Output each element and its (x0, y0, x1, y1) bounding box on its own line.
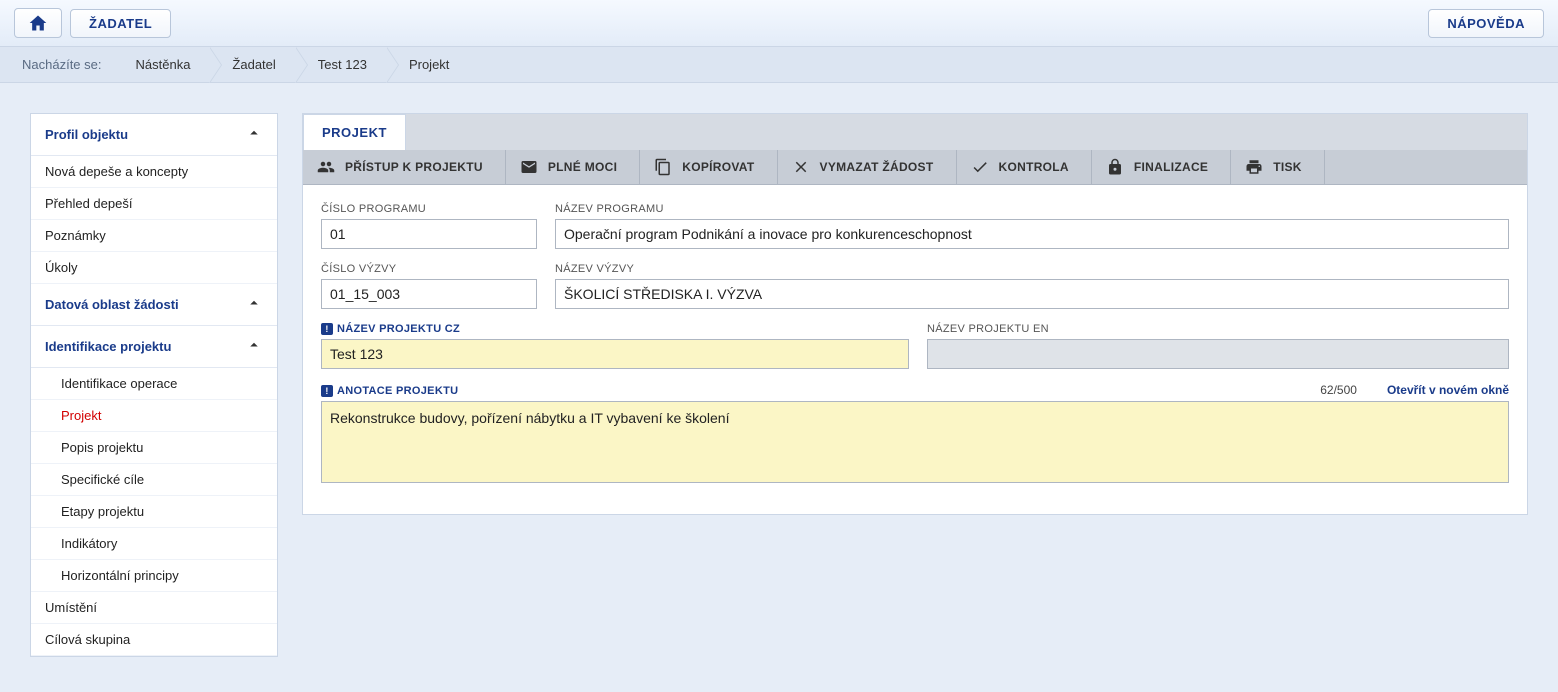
label-program-number: ČÍSLO PROGRAMU (321, 203, 537, 215)
chevron-up-icon (245, 294, 263, 315)
sidebar-item[interactable]: Nová depeše a koncepty (31, 156, 277, 188)
breadcrumb-item[interactable]: Test 123 (296, 47, 387, 83)
home-button[interactable] (14, 8, 62, 38)
sidebar-item-specificke-cile[interactable]: Specifické cíle (31, 464, 277, 496)
lock-icon (1106, 158, 1124, 176)
toolbar-label: TISK (1273, 160, 1302, 174)
required-icon: ! (321, 385, 333, 397)
toolbar-label: PLNÉ MOCI (548, 160, 617, 174)
input-program-number[interactable] (321, 219, 537, 249)
sidebar: Profil objektu Nová depeše a koncepty Př… (30, 113, 278, 657)
mail-icon (520, 158, 538, 176)
label-annotation: ! ANOTACE PROJEKTU (321, 385, 458, 397)
sidebar-item-popis[interactable]: Popis projektu (31, 432, 277, 464)
toolbar-label: KOPÍROVAT (682, 160, 754, 174)
breadcrumb-item[interactable]: Projekt (387, 47, 469, 83)
check-icon (971, 158, 989, 176)
content-panel: PROJEKT PŘÍSTUP K PROJEKTU PLNÉ MOCI KOP… (302, 113, 1528, 515)
chevron-up-icon (245, 124, 263, 145)
sidebar-section-profil[interactable]: Profil objektu (31, 114, 277, 156)
breadcrumb: Nacházíte se: Nástěnka Žadatel Test 123 … (0, 47, 1558, 83)
sidebar-section-title: Identifikace projektu (45, 339, 171, 354)
sidebar-item[interactable]: Přehled depeší (31, 188, 277, 220)
chevron-up-icon (245, 336, 263, 357)
input-call-number[interactable] (321, 279, 537, 309)
help-button[interactable]: NÁPOVĚDA (1428, 9, 1544, 38)
label-program-name: NÁZEV PROGRAMU (555, 203, 1509, 215)
sidebar-item-horizontalni[interactable]: Horizontální principy (31, 560, 277, 592)
home-icon (27, 13, 49, 33)
sidebar-item-indikatory[interactable]: Indikátory (31, 528, 277, 560)
input-call-name[interactable] (555, 279, 1509, 309)
toolbar-kopirovat[interactable]: KOPÍROVAT (640, 150, 777, 184)
open-new-window-link[interactable]: Otevřít v novém okně (1387, 383, 1509, 397)
annotation-counter: 62/500 (1320, 383, 1357, 397)
top-bar: ŽADATEL NÁPOVĚDA (0, 0, 1558, 47)
toolbar-plne-moci[interactable]: PLNÉ MOCI (506, 150, 640, 184)
toolbar-pristup[interactable]: PŘÍSTUP K PROJEKTU (303, 150, 506, 184)
input-project-name-cz[interactable] (321, 339, 909, 369)
sidebar-item-projekt[interactable]: Projekt (31, 400, 277, 432)
print-icon (1245, 158, 1263, 176)
textarea-annotation[interactable] (321, 401, 1509, 483)
sidebar-section-datova[interactable]: Datová oblast žádosti (31, 284, 277, 326)
applicant-button[interactable]: ŽADATEL (70, 9, 171, 38)
sidebar-item-umisteni[interactable]: Umístění (31, 592, 277, 624)
sidebar-section-identifikace[interactable]: Identifikace projektu (31, 326, 277, 368)
copy-icon (654, 158, 672, 176)
sidebar-item-etapy[interactable]: Etapy projektu (31, 496, 277, 528)
sidebar-item[interactable]: Úkoly (31, 252, 277, 284)
label-call-name: NÁZEV VÝZVY (555, 263, 1509, 275)
toolbar-tisk[interactable]: TISK (1231, 150, 1325, 184)
sidebar-item-identifikace-operace[interactable]: Identifikace operace (31, 368, 277, 400)
toolbar-label: VYMAZAT ŽÁDOST (820, 160, 934, 174)
toolbar-finalizace[interactable]: FINALIZACE (1092, 150, 1231, 184)
sidebar-item[interactable]: Poznámky (31, 220, 277, 252)
breadcrumb-label: Nacházíte se: (22, 57, 114, 72)
toolbar-kontrola[interactable]: KONTROLA (957, 150, 1092, 184)
input-project-name-en[interactable] (927, 339, 1509, 369)
people-icon (317, 158, 335, 176)
breadcrumb-item[interactable]: Žadatel (210, 47, 295, 83)
sidebar-item-cilova-skupina[interactable]: Cílová skupina (31, 624, 277, 656)
sidebar-section-title: Datová oblast žádosti (45, 297, 179, 312)
tab-row: PROJEKT (303, 114, 1527, 150)
form-area: ČÍSLO PROGRAMU NÁZEV PROGRAMU ČÍSLO VÝZV… (303, 185, 1527, 514)
delete-icon (792, 158, 810, 176)
label-call-number: ČÍSLO VÝZVY (321, 263, 537, 275)
toolbar-label: KONTROLA (999, 160, 1069, 174)
label-project-name-cz: ! NÁZEV PROJEKTU CZ (321, 323, 909, 335)
breadcrumb-item[interactable]: Nástěnka (114, 47, 211, 83)
sidebar-section-title: Profil objektu (45, 127, 128, 142)
content-toolbar: PŘÍSTUP K PROJEKTU PLNÉ MOCI KOPÍROVAT V… (303, 150, 1527, 185)
required-icon: ! (321, 323, 333, 335)
toolbar-vymazat[interactable]: VYMAZAT ŽÁDOST (778, 150, 957, 184)
input-program-name[interactable] (555, 219, 1509, 249)
toolbar-label: FINALIZACE (1134, 160, 1208, 174)
tab-projekt[interactable]: PROJEKT (303, 114, 406, 150)
label-project-name-en: NÁZEV PROJEKTU EN (927, 323, 1509, 335)
toolbar-label: PŘÍSTUP K PROJEKTU (345, 160, 483, 174)
